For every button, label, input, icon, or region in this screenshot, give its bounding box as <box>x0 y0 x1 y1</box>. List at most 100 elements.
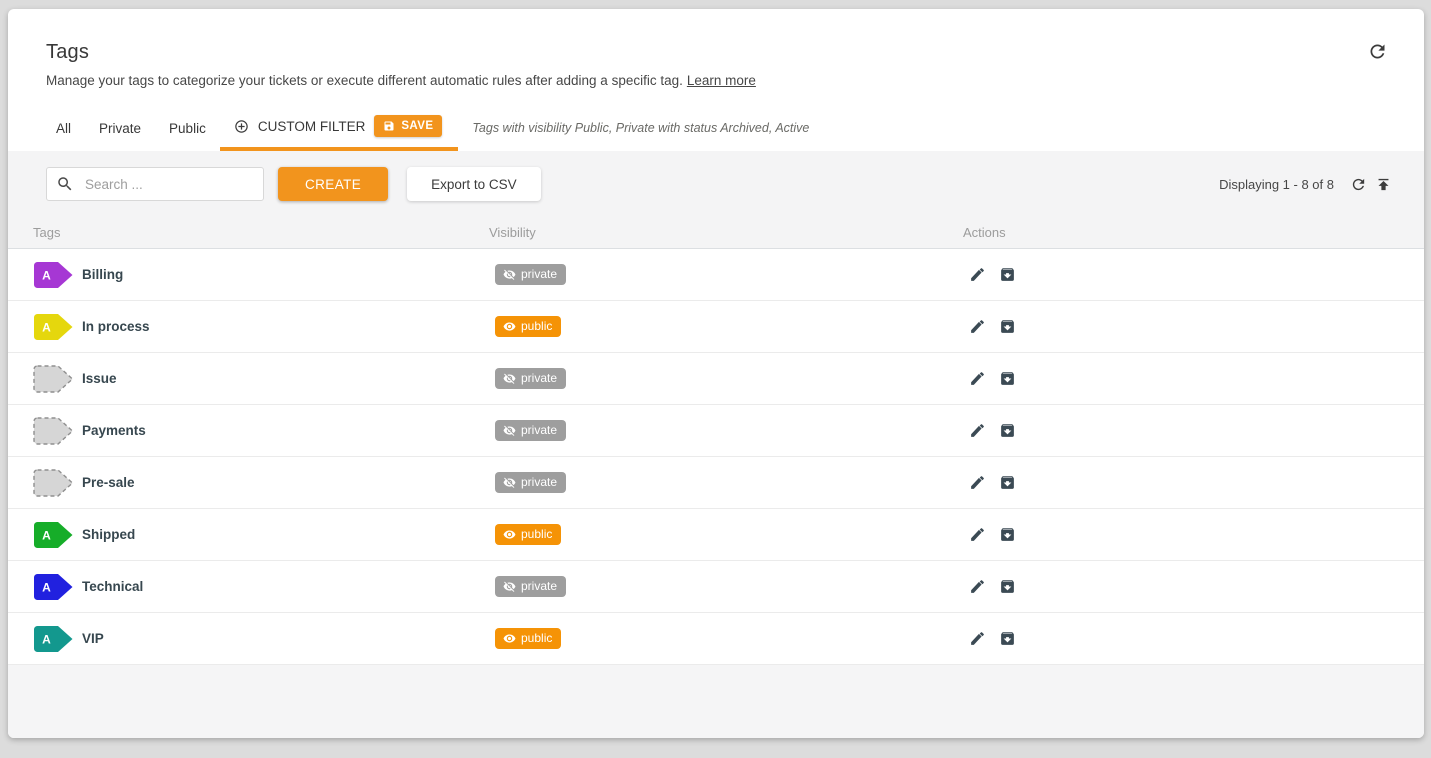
filter-description: Tags with visibility Public, Private wit… <box>472 105 809 151</box>
save-filter-button[interactable]: SAVE <box>374 115 442 137</box>
refresh-button[interactable] <box>1365 39 1390 64</box>
archive-button[interactable] <box>999 266 1016 283</box>
tag-cell: A Shipped <box>33 521 489 549</box>
archive-icon <box>999 318 1016 335</box>
edit-icon <box>969 370 986 387</box>
tag-chip <box>33 365 74 393</box>
tab-custom-filter-label: CUSTOM FILTER <box>258 119 366 134</box>
tag-chip: A <box>33 313 74 341</box>
visibility-cell: private <box>489 472 963 493</box>
refresh-icon <box>1350 176 1367 193</box>
table-row: Pre-sale private <box>8 457 1424 509</box>
tag-cell: A Technical <box>33 573 489 601</box>
list-head: CREATE Export to CSV Displaying 1 - 8 of… <box>8 151 1424 249</box>
table-row: A Billing private <box>8 249 1424 301</box>
tab-all[interactable]: All <box>42 105 85 151</box>
actions-cell <box>963 578 1424 595</box>
table-body: A Billing private <box>8 249 1424 665</box>
actions-cell <box>963 474 1424 491</box>
edit-button[interactable] <box>969 630 986 647</box>
add-circle-icon <box>234 119 249 134</box>
visibility-badge: public <box>495 628 561 649</box>
tab-all-label: All <box>56 121 71 136</box>
actions-cell <box>963 266 1424 283</box>
actions-cell <box>963 526 1424 543</box>
create-button[interactable]: CREATE <box>278 167 388 201</box>
tag-chip <box>33 417 74 445</box>
table-row: Payments private <box>8 405 1424 457</box>
column-header-actions: Actions <box>963 225 1424 240</box>
search-input[interactable] <box>46 167 264 201</box>
table-row: A Shipped public <box>8 509 1424 561</box>
visibility-badge: public <box>495 316 561 337</box>
archive-button[interactable] <box>999 474 1016 491</box>
edit-button[interactable] <box>969 474 986 491</box>
edit-button[interactable] <box>969 422 986 439</box>
toolbar: CREATE Export to CSV Displaying 1 - 8 of… <box>8 151 1424 216</box>
tag-name: Technical <box>82 579 143 594</box>
visibility-cell: public <box>489 524 963 545</box>
svg-text:A: A <box>42 528 51 542</box>
list-refresh-button[interactable] <box>1348 174 1369 195</box>
eye-off-icon <box>503 424 516 437</box>
visibility-badge-label: private <box>521 372 557 385</box>
visibility-cell: public <box>489 316 963 337</box>
visibility-badge-label: private <box>521 580 557 593</box>
tag-chip: A <box>33 521 74 549</box>
save-icon <box>383 120 395 132</box>
visibility-cell: private <box>489 420 963 441</box>
edit-button[interactable] <box>969 578 986 595</box>
search-box <box>46 167 264 201</box>
visibility-badge-label: private <box>521 424 557 437</box>
eye-icon <box>503 632 516 645</box>
edit-button[interactable] <box>969 370 986 387</box>
archive-icon <box>999 578 1016 595</box>
tab-public-label: Public <box>169 121 206 136</box>
tag-name: Billing <box>82 267 123 282</box>
actions-cell <box>963 318 1424 335</box>
tag-chip: A <box>33 625 74 653</box>
edit-button[interactable] <box>969 318 986 335</box>
archive-button[interactable] <box>999 370 1016 387</box>
edit-icon <box>969 474 986 491</box>
tag-name: Pre-sale <box>82 475 135 490</box>
tab-private-label: Private <box>99 121 141 136</box>
visibility-badge-label: private <box>521 268 557 281</box>
visibility-cell: public <box>489 628 963 649</box>
tab-custom-filter[interactable]: CUSTOM FILTER SAVE <box>220 105 459 151</box>
edit-button[interactable] <box>969 526 986 543</box>
eye-off-icon <box>503 476 516 489</box>
visibility-badge-label: public <box>521 320 552 333</box>
visibility-cell: private <box>489 264 963 285</box>
page-description-text: Manage your tags to categorize your tick… <box>46 73 683 88</box>
archive-icon <box>999 630 1016 647</box>
tabs-bar: All Private Public CUSTOM FILTER SAVE Ta… <box>8 105 1424 151</box>
tags-card: Tags Manage your tags to categorize your… <box>8 9 1424 738</box>
scroll-top-button[interactable] <box>1373 174 1394 195</box>
tag-name: In process <box>82 319 150 334</box>
eye-off-icon <box>503 372 516 385</box>
tag-chip: A <box>33 573 74 601</box>
tag-chip: A <box>33 261 74 289</box>
eye-off-icon <box>503 268 516 281</box>
archive-button[interactable] <box>999 422 1016 439</box>
tag-cell: Issue <box>33 365 489 393</box>
edit-icon <box>969 526 986 543</box>
archive-button[interactable] <box>999 318 1016 335</box>
tab-private[interactable]: Private <box>85 105 155 151</box>
tag-cell: Pre-sale <box>33 469 489 497</box>
edit-button[interactable] <box>969 266 986 283</box>
tab-public[interactable]: Public <box>155 105 220 151</box>
tag-name: VIP <box>82 631 104 646</box>
learn-more-link[interactable]: Learn more <box>687 73 756 88</box>
export-csv-button[interactable]: Export to CSV <box>407 167 541 201</box>
column-header-tags: Tags <box>33 225 489 240</box>
archive-button[interactable] <box>999 578 1016 595</box>
archive-button[interactable] <box>999 630 1016 647</box>
archive-button[interactable] <box>999 526 1016 543</box>
visibility-cell: private <box>489 576 963 597</box>
archive-icon <box>999 266 1016 283</box>
table-row: Issue private <box>8 353 1424 405</box>
eye-off-icon <box>503 580 516 593</box>
visibility-badge: private <box>495 368 566 389</box>
